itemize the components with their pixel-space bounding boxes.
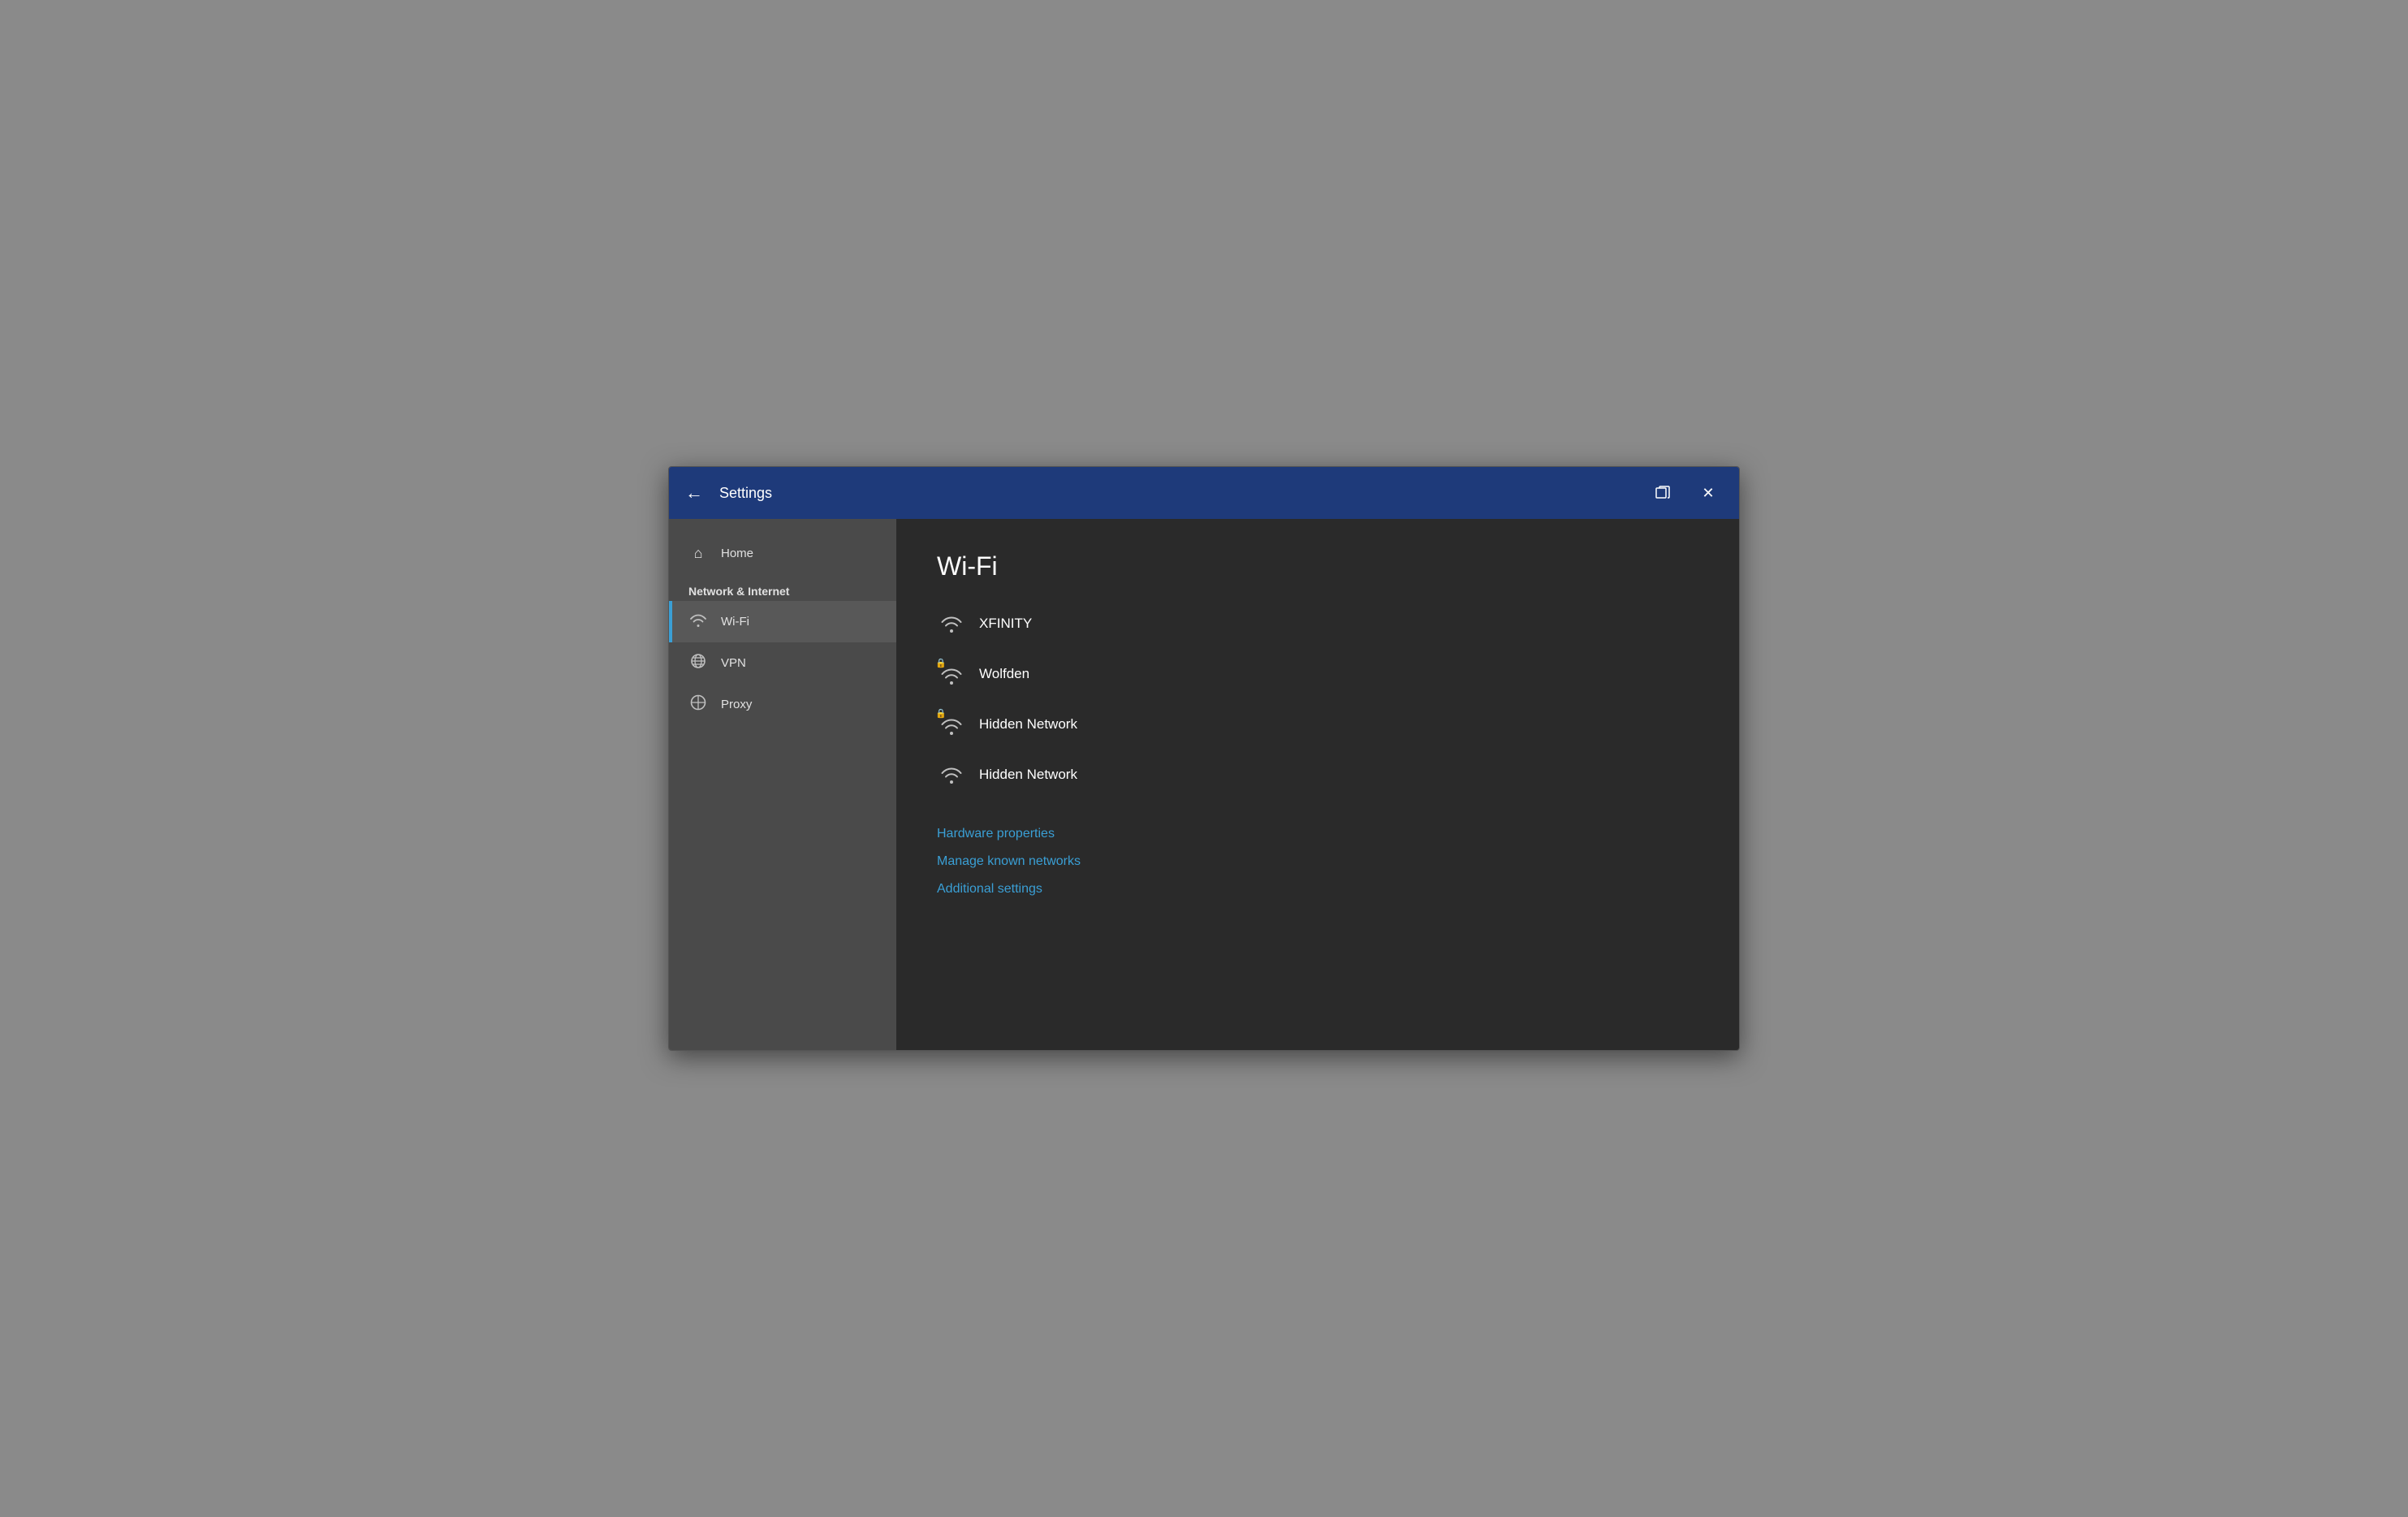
manage-known-networks-link[interactable]: Manage known networks <box>937 849 1698 874</box>
network-name-hidden1: Hidden Network <box>979 716 1077 733</box>
settings-window: ← Settings ✕ ⌂ Home Network & Internet <box>668 466 1740 1051</box>
network-icon-hidden1: 🔒 <box>937 710 966 739</box>
proxy-label: Proxy <box>721 698 752 711</box>
network-icon-wolfden: 🔒 <box>937 659 966 689</box>
sidebar-item-home[interactable]: ⌂ Home <box>669 535 896 572</box>
network-icon-xfinity <box>937 609 966 638</box>
close-button[interactable]: ✕ <box>1694 478 1723 508</box>
lock-icon-hidden1: 🔒 <box>935 708 947 719</box>
network-item-hidden1[interactable]: 🔒 Hidden Network <box>937 707 1698 742</box>
additional-settings-link[interactable]: Additional settings <box>937 877 1698 901</box>
vpn-label: VPN <box>721 656 746 670</box>
sidebar-item-proxy[interactable]: Proxy <box>669 684 896 725</box>
network-name-wolfden: Wolfden <box>979 666 1029 682</box>
titlebar-controls: ✕ <box>1648 478 1723 508</box>
vpn-icon <box>688 652 708 674</box>
back-button[interactable]: ← <box>685 484 703 502</box>
hardware-properties-link[interactable]: Hardware properties <box>937 822 1698 846</box>
proxy-icon <box>688 694 708 715</box>
wifi-icon <box>688 611 708 633</box>
page-title: Wi-Fi <box>937 551 1698 581</box>
sidebar-item-wifi[interactable]: Wi-Fi <box>669 601 896 642</box>
restore-button[interactable] <box>1648 478 1677 508</box>
home-label: Home <box>721 547 753 560</box>
links-section: Hardware properties Manage known network… <box>937 822 1698 901</box>
sidebar-section-label: Network & Internet <box>669 578 896 601</box>
home-icon: ⌂ <box>688 545 708 562</box>
titlebar: ← Settings ✕ <box>669 467 1739 519</box>
network-item-xfinity[interactable]: XFINITY <box>937 606 1698 642</box>
lock-icon-wolfden: 🔒 <box>935 658 947 668</box>
titlebar-title: Settings <box>719 485 1648 502</box>
network-name-xfinity: XFINITY <box>979 616 1032 632</box>
network-item-hidden2[interactable]: Hidden Network <box>937 757 1698 793</box>
sidebar-item-vpn[interactable]: VPN <box>669 642 896 684</box>
content-area: ⌂ Home Network & Internet Wi-Fi <box>669 519 1739 1050</box>
main-content: Wi-Fi XFINITY 🔒 <box>896 519 1739 1050</box>
wifi-label: Wi-Fi <box>721 615 749 629</box>
network-item-wolfden[interactable]: 🔒 Wolfden <box>937 656 1698 692</box>
network-name-hidden2: Hidden Network <box>979 767 1077 783</box>
network-list: XFINITY 🔒 Wolfden <box>937 606 1698 793</box>
sidebar: ⌂ Home Network & Internet Wi-Fi <box>669 519 896 1050</box>
network-icon-hidden2 <box>937 760 966 789</box>
